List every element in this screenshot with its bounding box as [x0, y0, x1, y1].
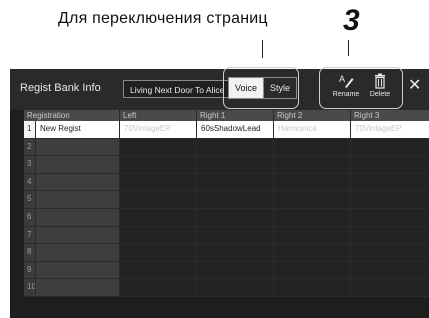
row-number: 6 [24, 208, 36, 226]
left-voice: 70VintageEP [120, 121, 197, 138]
header-right1: Right 1 [197, 110, 274, 121]
delete-button[interactable]: Delete [362, 73, 398, 103]
voice-style-toggle[interactable]: Voice Style [228, 77, 298, 99]
table-row[interactable]: 2 [24, 138, 429, 157]
table-row[interactable]: 5 [24, 191, 429, 209]
window-title: Regist Bank Info [20, 82, 101, 94]
trash-icon [362, 73, 398, 89]
right2-voice: Harmonica [274, 121, 351, 138]
row-number: 4 [24, 173, 36, 191]
row-number: 2 [24, 138, 36, 156]
voice-button[interactable]: Voice [228, 77, 265, 99]
table-header: Registration Left Right 1 Right 2 Right … [24, 110, 429, 121]
step-number: 3 [343, 4, 360, 37]
top-bar: Regist Bank Info Living Next Door To Ali… [10, 67, 429, 110]
row-number: 3 [24, 156, 36, 173]
header-right2: Right 2 [274, 110, 351, 121]
table-row[interactable]: 7 [24, 226, 429, 245]
right3-voice: 70VintageEP [351, 121, 429, 138]
right1-voice: 60sShadowLead [197, 121, 274, 138]
table-row[interactable]: 3 [24, 156, 429, 174]
step-leader-line [348, 40, 358, 56]
row-number: 9 [24, 261, 36, 279]
style-button[interactable]: Style [264, 77, 298, 99]
table-row[interactable]: 4 [24, 173, 429, 192]
rename-icon: A [328, 73, 364, 89]
close-icon[interactable]: ✕ [408, 78, 421, 94]
registration-table: 1 New Regist 70VintageEP 60sShadowLead H… [24, 121, 429, 297]
header-registration: Registration [24, 110, 120, 121]
rename-button[interactable]: A Rename [328, 73, 364, 103]
table-row[interactable]: 8 [24, 244, 429, 262]
row-number: 10 [24, 279, 36, 296]
registration-name: New Regist [36, 121, 120, 138]
callout-leader-line [262, 40, 272, 58]
header-right3: Right 3 [351, 110, 429, 121]
annotation-callout: Для переключения страниц [58, 10, 268, 27]
row-number: 1 [24, 121, 36, 138]
svg-text:A: A [339, 74, 345, 84]
table-row[interactable]: 6 [24, 208, 429, 227]
table-row[interactable]: 10 [24, 279, 429, 297]
row-number: 5 [24, 191, 36, 208]
row-number: 8 [24, 244, 36, 261]
header-left: Left [120, 110, 197, 121]
row-number: 7 [24, 226, 36, 244]
regist-bank-info-window: Regist Bank Info Living Next Door To Ali… [10, 67, 429, 318]
delete-label: Delete [369, 91, 391, 98]
table-row[interactable]: 9 [24, 261, 429, 280]
rename-label: Rename [332, 91, 360, 98]
table-row[interactable]: 1 New Regist 70VintageEP 60sShadowLead H… [24, 121, 429, 139]
